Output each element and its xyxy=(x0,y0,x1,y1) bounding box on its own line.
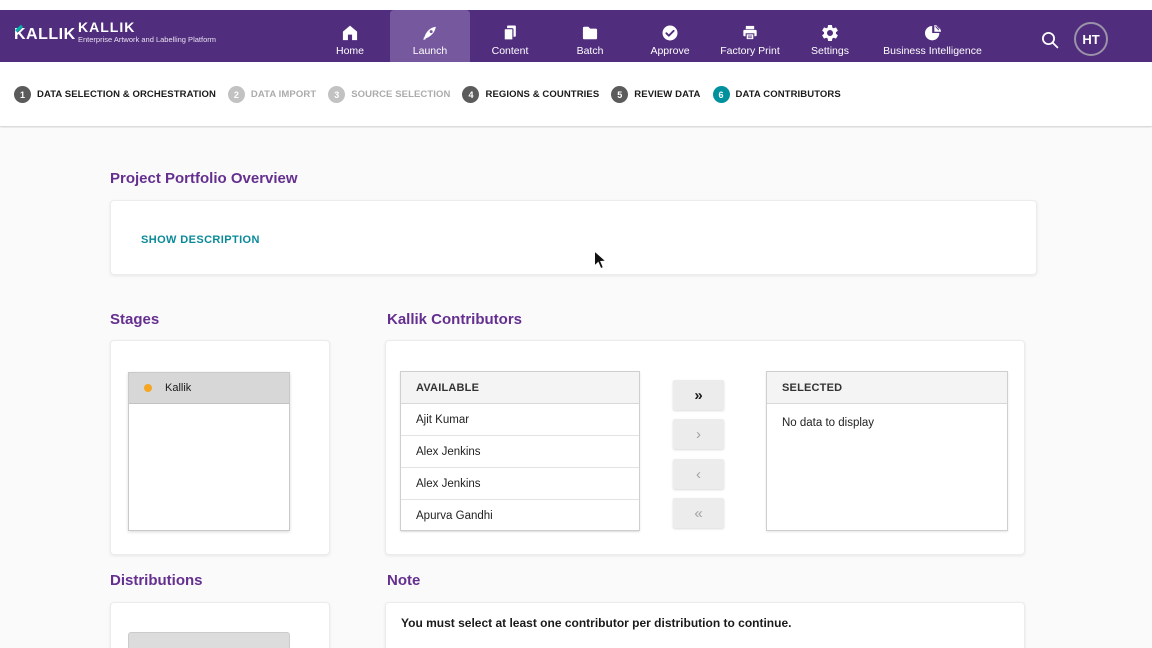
step-number-badge: 3 xyxy=(328,86,345,103)
kallik-logo-main: KALLIK Enterprise Artwork and Labelling … xyxy=(78,19,216,45)
selected-list: SELECTED No data to display xyxy=(766,371,1008,531)
printer-icon xyxy=(740,21,760,43)
description-card: SHOW DESCRIPTION xyxy=(110,200,1037,275)
note-title: Note xyxy=(387,572,420,589)
stage-item-kallik[interactable]: Kallik xyxy=(129,373,289,404)
move-all-right-icon: » xyxy=(694,388,702,403)
pie-chart-icon xyxy=(923,21,943,43)
nav-item-label: Approve xyxy=(650,45,689,57)
wizard-stepper-bar: 1 DATA SELECTION & ORCHESTRATION 2 DATA … xyxy=(0,62,1152,127)
step-source-selection: 3 SOURCE SELECTION xyxy=(328,86,450,103)
step-number-badge: 1 xyxy=(14,86,31,103)
nav-item-business-intelligence[interactable]: Business Intelligence xyxy=(870,10,995,62)
kallik-logo-small: KALLIK xyxy=(14,26,76,44)
step-number-badge: 4 xyxy=(462,86,479,103)
step-data-contributors[interactable]: 6 DATA CONTRIBUTORS xyxy=(713,86,841,103)
move-all-left-icon: « xyxy=(694,506,702,521)
folder-icon xyxy=(580,21,600,43)
user-avatar[interactable]: HT xyxy=(1074,22,1108,56)
stages-title: Stages xyxy=(110,311,159,328)
gear-icon xyxy=(820,21,840,43)
list-item[interactable]: Apurva Gandhi xyxy=(401,500,639,532)
nav-item-label: Home xyxy=(336,45,364,57)
nav-item-home[interactable]: Home xyxy=(310,10,390,62)
search-icon[interactable] xyxy=(1038,28,1062,52)
distributions-list-header xyxy=(128,632,290,648)
move-right-button[interactable]: › xyxy=(673,419,724,449)
step-label: SOURCE SELECTION xyxy=(351,89,450,100)
stage-item-label: Kallik xyxy=(165,382,191,394)
step-number-badge: 6 xyxy=(713,86,730,103)
step-label: REVIEW DATA xyxy=(634,89,700,100)
distributions-card xyxy=(110,602,330,648)
step-review-data[interactable]: 5 REVIEW DATA xyxy=(611,86,700,103)
contributors-card: AVAILABLE Ajit Kumar Alex Jenkins Alex J… xyxy=(385,340,1025,555)
logo-wordmark: KALLIK xyxy=(78,19,216,35)
step-label: DATA IMPORT xyxy=(251,89,316,100)
list-item[interactable]: Alex Jenkins xyxy=(401,468,639,500)
home-icon xyxy=(340,21,360,43)
nav-item-batch[interactable]: Batch xyxy=(550,10,630,62)
list-item[interactable]: Alex Jenkins xyxy=(401,436,639,468)
nav-item-settings[interactable]: Settings xyxy=(790,10,870,62)
distributions-title: Distributions xyxy=(110,572,203,589)
app-window: KALLIK KALLIK Enterprise Artwork and Lab… xyxy=(0,0,1152,648)
nav-item-label: Settings xyxy=(811,45,849,57)
note-message: You must select at least one contributor… xyxy=(401,616,791,630)
pages-icon xyxy=(500,21,520,43)
nav-item-label: Factory Print xyxy=(720,45,780,57)
top-navbar: KALLIK KALLIK Enterprise Artwork and Lab… xyxy=(0,10,1152,62)
contributors-title: Kallik Contributors xyxy=(387,311,522,328)
nav-item-content[interactable]: Content xyxy=(470,10,550,62)
selected-empty-message: No data to display xyxy=(767,404,1007,429)
note-card: You must select at least one contributor… xyxy=(385,602,1025,648)
step-label: REGIONS & COUNTRIES xyxy=(485,89,599,100)
nav-item-label: Launch xyxy=(413,45,447,57)
stages-list: Kallik xyxy=(128,372,290,531)
rocket-icon xyxy=(420,21,440,43)
nav-item-approve[interactable]: Approve xyxy=(630,10,710,62)
selected-list-header: SELECTED xyxy=(767,372,1007,404)
available-list: AVAILABLE Ajit Kumar Alex Jenkins Alex J… xyxy=(400,371,640,531)
stage-status-dot xyxy=(144,384,152,392)
wizard-steps: 1 DATA SELECTION & ORCHESTRATION 2 DATA … xyxy=(14,62,853,127)
move-all-right-button[interactable]: » xyxy=(673,380,724,410)
move-left-icon: ‹ xyxy=(696,467,701,482)
move-right-icon: › xyxy=(696,427,701,442)
move-all-left-button[interactable]: « xyxy=(673,498,724,528)
show-description-toggle[interactable]: SHOW DESCRIPTION xyxy=(141,234,260,246)
check-circle-icon xyxy=(660,21,680,43)
step-data-import: 2 DATA IMPORT xyxy=(228,86,316,103)
step-label: DATA SELECTION & ORCHESTRATION xyxy=(37,89,216,100)
step-regions-countries[interactable]: 4 REGIONS & COUNTRIES xyxy=(462,86,599,103)
nav-item-launch[interactable]: Launch xyxy=(390,10,470,62)
available-list-header: AVAILABLE xyxy=(401,372,639,404)
step-label: DATA CONTRIBUTORS xyxy=(736,89,841,100)
nav-item-label: Business Intelligence xyxy=(883,45,982,57)
nav-item-label: Batch xyxy=(577,45,604,57)
page-title: Project Portfolio Overview xyxy=(110,170,298,187)
nav-item-factory-print[interactable]: Factory Print xyxy=(710,10,790,62)
mouse-cursor xyxy=(593,250,608,276)
nav-item-label: Content xyxy=(492,45,529,57)
step-number-badge: 2 xyxy=(228,86,245,103)
stages-card: Kallik xyxy=(110,340,330,555)
move-left-button[interactable]: ‹ xyxy=(673,459,724,489)
step-data-selection[interactable]: 1 DATA SELECTION & ORCHESTRATION xyxy=(14,86,216,103)
logo-tagline: Enterprise Artwork and Labelling Platfor… xyxy=(78,35,216,45)
list-item[interactable]: Ajit Kumar xyxy=(401,404,639,436)
step-number-badge: 5 xyxy=(611,86,628,103)
